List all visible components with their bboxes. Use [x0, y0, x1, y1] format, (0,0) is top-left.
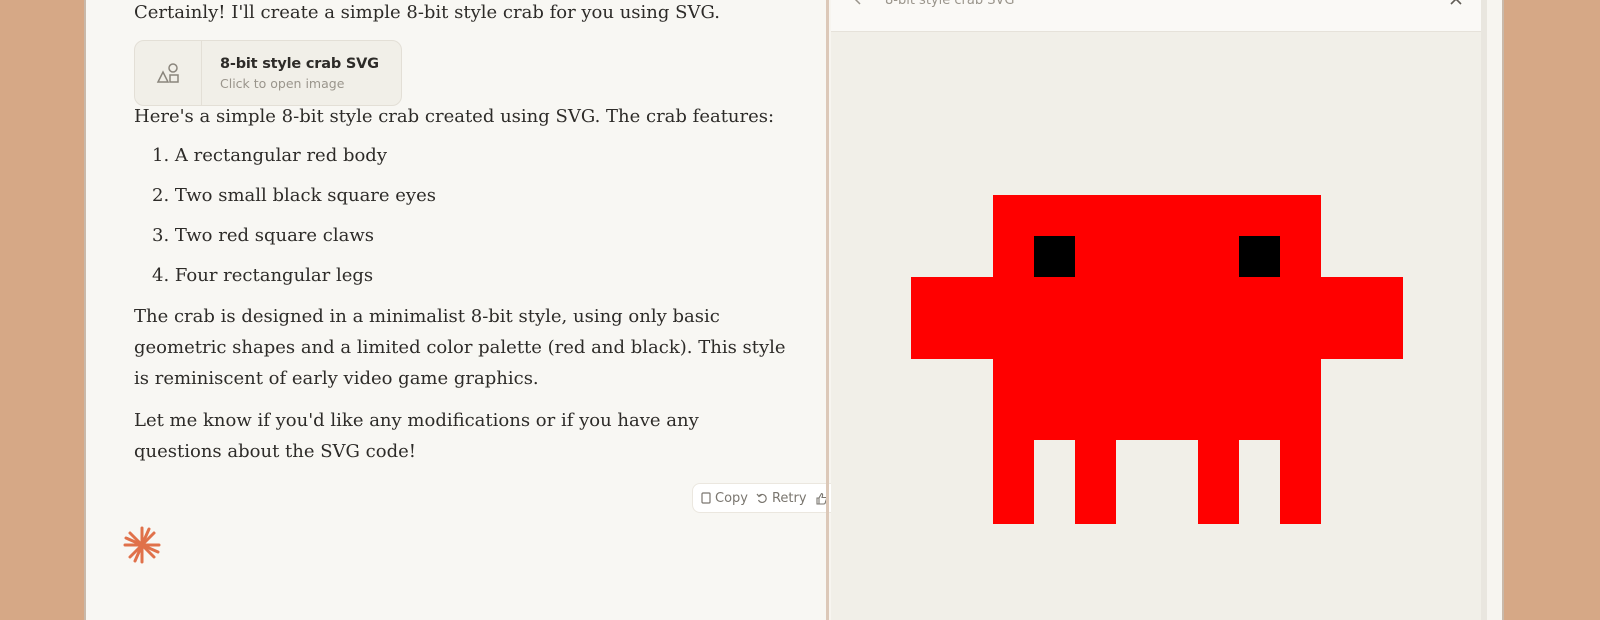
- paragraph-line: The crab is designed in a minimalist 8-b…: [134, 306, 720, 327]
- crab-body: [993, 195, 1321, 440]
- crab-eye-left: [1034, 236, 1075, 277]
- scrollbar[interactable]: [1481, 0, 1487, 620]
- retry-button[interactable]: Retry: [756, 491, 807, 506]
- crab-leg: [1280, 440, 1321, 524]
- crab-leg: [993, 440, 1034, 524]
- closing-line: Let me know if you'd like any modificati…: [134, 410, 699, 431]
- artifact-card[interactable]: 8-bit style crab SVG Click to open image: [134, 40, 402, 106]
- closing-line: questions about the SVG code!: [134, 441, 416, 462]
- shapes-icon: [156, 63, 179, 83]
- crab-image: [911, 195, 1403, 524]
- assistant-intro-text: Certainly! I'll create a simple 8-bit st…: [134, 2, 720, 23]
- back-arrow-icon[interactable]: [853, 0, 869, 6]
- app-window: Certainly! I'll create a simple 8-bit st…: [84, 0, 1504, 620]
- artifact-panel: 8-bit style crab SVG ···: [831, 0, 1481, 620]
- artifact-title: 8-bit style crab SVG: [220, 55, 379, 72]
- copy-icon: [701, 492, 711, 504]
- crab-leg: [1075, 440, 1116, 524]
- retry-icon: [756, 493, 767, 504]
- paragraph-line: is reminiscent of early video game graph…: [134, 368, 539, 389]
- close-icon[interactable]: [1449, 0, 1463, 6]
- retry-label: Retry: [771, 490, 807, 506]
- copy-label: Copy: [715, 490, 748, 506]
- paragraph-line: geometric shapes and a limited color pal…: [134, 337, 786, 358]
- list-item: 2. Two small black square eyes: [152, 185, 436, 206]
- crab-claw-left: [911, 277, 993, 359]
- crab-claw-right: [1321, 277, 1403, 359]
- more-options-button[interactable]: ···: [1409, 0, 1422, 6]
- artifact-panel-title: 8-bit style crab SVG: [885, 0, 1015, 8]
- panel-divider[interactable]: [826, 0, 829, 620]
- list-item: 4. Four rectangular legs: [152, 265, 374, 286]
- features-intro-text: Here's a simple 8-bit style crab created…: [134, 106, 775, 127]
- list-item: 1. A rectangular red body: [152, 145, 387, 166]
- artifact-subtitle: Click to open image: [220, 75, 345, 91]
- claude-logo-icon: [123, 526, 161, 564]
- copy-button[interactable]: Copy: [701, 491, 748, 506]
- chat-panel: Certainly! I'll create a simple 8-bit st…: [86, 0, 876, 620]
- artifact-panel-header: 8-bit style crab SVG ···: [831, 0, 1481, 32]
- list-item: 3. Two red square claws: [152, 225, 375, 246]
- artifact-icon-box: [135, 41, 202, 105]
- crab-leg: [1198, 440, 1239, 524]
- crab-eye-right: [1239, 236, 1280, 277]
